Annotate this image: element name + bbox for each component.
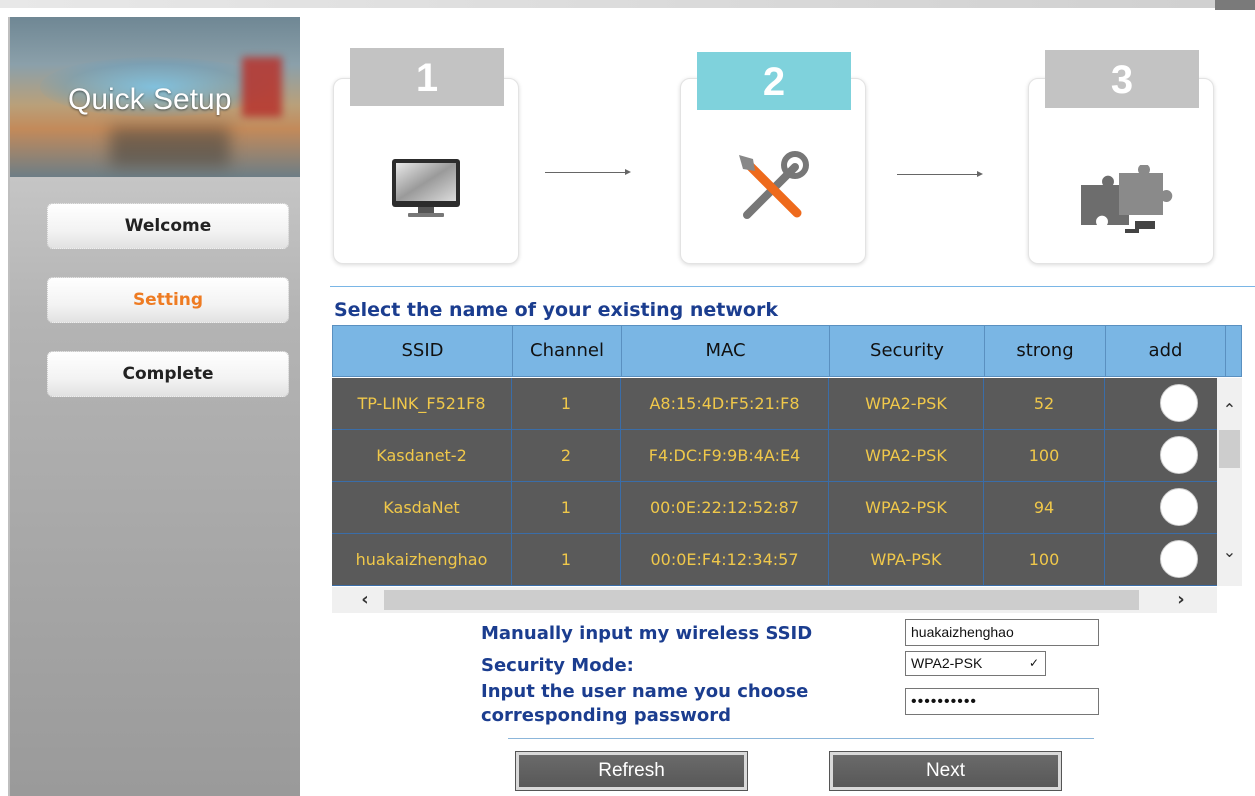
cell-strong: 100: [984, 430, 1105, 481]
column-header-strong: strong: [985, 326, 1106, 376]
cell-ssid: TP-LINK_F521F8: [332, 378, 512, 429]
column-header-security: Security: [830, 326, 985, 376]
table-vertical-scrollbar[interactable]: ⌃ ⌄: [1217, 378, 1242, 586]
tools-icon: [739, 151, 809, 219]
step-3-number: 3: [1045, 50, 1199, 108]
network-section-title: Select the name of your existing network: [334, 299, 778, 321]
next-button[interactable]: Next: [829, 751, 1062, 791]
add-radio[interactable]: [1160, 384, 1198, 422]
chevron-down-icon: ✓: [1028, 656, 1039, 670]
network-table-body: TP-LINK_F521F8 1 A8:15:4D:F5:21:F8 WPA2-…: [332, 378, 1217, 586]
column-header-mac: MAC: [622, 326, 830, 376]
top-bar-corner: [1215, 0, 1255, 10]
add-radio[interactable]: [1160, 540, 1198, 578]
table-row[interactable]: TP-LINK_F521F8 1 A8:15:4D:F5:21:F8 WPA2-…: [332, 378, 1217, 430]
cell-channel: 1: [512, 534, 621, 585]
vertical-scroll-thumb[interactable]: [1219, 430, 1240, 468]
sidebar-title: Quick Setup: [68, 83, 232, 116]
cell-channel: 2: [512, 430, 621, 481]
password-label-line-1: Input the user name you choose: [481, 681, 809, 702]
cell-ssid: huakaizhenghao: [332, 534, 512, 585]
banner-red-accent: [242, 57, 282, 117]
cell-security: WPA2-PSK: [829, 482, 984, 533]
column-header-channel: Channel: [513, 326, 622, 376]
security-mode-select[interactable]: WPA2-PSK ✓: [905, 651, 1046, 676]
add-radio[interactable]: [1160, 488, 1198, 526]
cell-security: WPA-PSK: [829, 534, 984, 585]
scroll-right-icon[interactable]: ›: [1166, 587, 1196, 613]
refresh-button[interactable]: Refresh: [515, 751, 748, 791]
cell-channel: 1: [512, 378, 621, 429]
cell-mac: 00:0E:F4:12:34:57: [621, 534, 829, 585]
table-row[interactable]: KasdaNet 1 00:0E:22:12:52:87 WPA2-PSK 94: [332, 482, 1217, 534]
column-header-add: add: [1106, 326, 1226, 376]
cell-strong: 100: [984, 534, 1105, 585]
sidebar-item-welcome[interactable]: Welcome: [47, 203, 289, 249]
cell-channel: 1: [512, 482, 621, 533]
table-horizontal-scrollbar[interactable]: ‹ ›: [332, 587, 1217, 613]
step-arrow-1: [545, 169, 631, 175]
password-label-line-2: corresponding password: [481, 705, 732, 726]
sidebar-banner: Quick Setup: [10, 17, 300, 177]
cell-ssid: Kasdanet-2: [332, 430, 512, 481]
sidebar-item-setting[interactable]: Setting: [47, 277, 289, 323]
cell-mac: A8:15:4D:F5:21:F8: [621, 378, 829, 429]
top-bar: [0, 0, 1255, 8]
ssid-label: Manually input my wireless SSID: [481, 623, 813, 644]
cell-strong: 94: [984, 482, 1105, 533]
form-divider: [508, 738, 1094, 739]
scroll-up-icon[interactable]: ⌃: [1217, 400, 1242, 420]
cell-mac: 00:0E:22:12:52:87: [621, 482, 829, 533]
table-row[interactable]: huakaizhenghao 1 00:0E:F4:12:34:57 WPA-P…: [332, 534, 1217, 586]
column-header-ssid: SSID: [333, 326, 513, 376]
scroll-left-icon[interactable]: ‹: [350, 587, 380, 613]
ssid-input[interactable]: huakaizhenghao: [905, 619, 1099, 646]
banner-shadow: [110, 127, 230, 167]
horizontal-scroll-thumb[interactable]: [384, 590, 1139, 610]
scroll-down-icon[interactable]: ⌄: [1217, 542, 1242, 562]
step-arrow-2: [897, 171, 983, 177]
cell-security: WPA2-PSK: [829, 378, 984, 429]
network-table-header: SSID Channel MAC Security strong add: [332, 325, 1242, 377]
cell-mac: F4:DC:F9:9B:4A:E4: [621, 430, 829, 481]
monitor-icon: [392, 159, 460, 217]
puzzle-icon: [1081, 165, 1173, 233]
sidebar: Quick Setup Welcome Setting Complete: [10, 17, 300, 796]
section-divider: [330, 286, 1255, 287]
step-2-number: 2: [697, 52, 851, 110]
cell-strong: 52: [984, 378, 1105, 429]
add-radio[interactable]: [1160, 436, 1198, 474]
step-1-number: 1: [350, 48, 504, 106]
cell-security: WPA2-PSK: [829, 430, 984, 481]
security-mode-label: Security Mode:: [481, 655, 634, 676]
table-row[interactable]: Kasdanet-2 2 F4:DC:F9:9B:4A:E4 WPA2-PSK …: [332, 430, 1217, 482]
security-mode-value: WPA2-PSK: [911, 655, 983, 671]
password-input[interactable]: ••••••••••: [905, 688, 1099, 715]
sidebar-item-complete[interactable]: Complete: [47, 351, 289, 397]
cell-ssid: KasdaNet: [332, 482, 512, 533]
